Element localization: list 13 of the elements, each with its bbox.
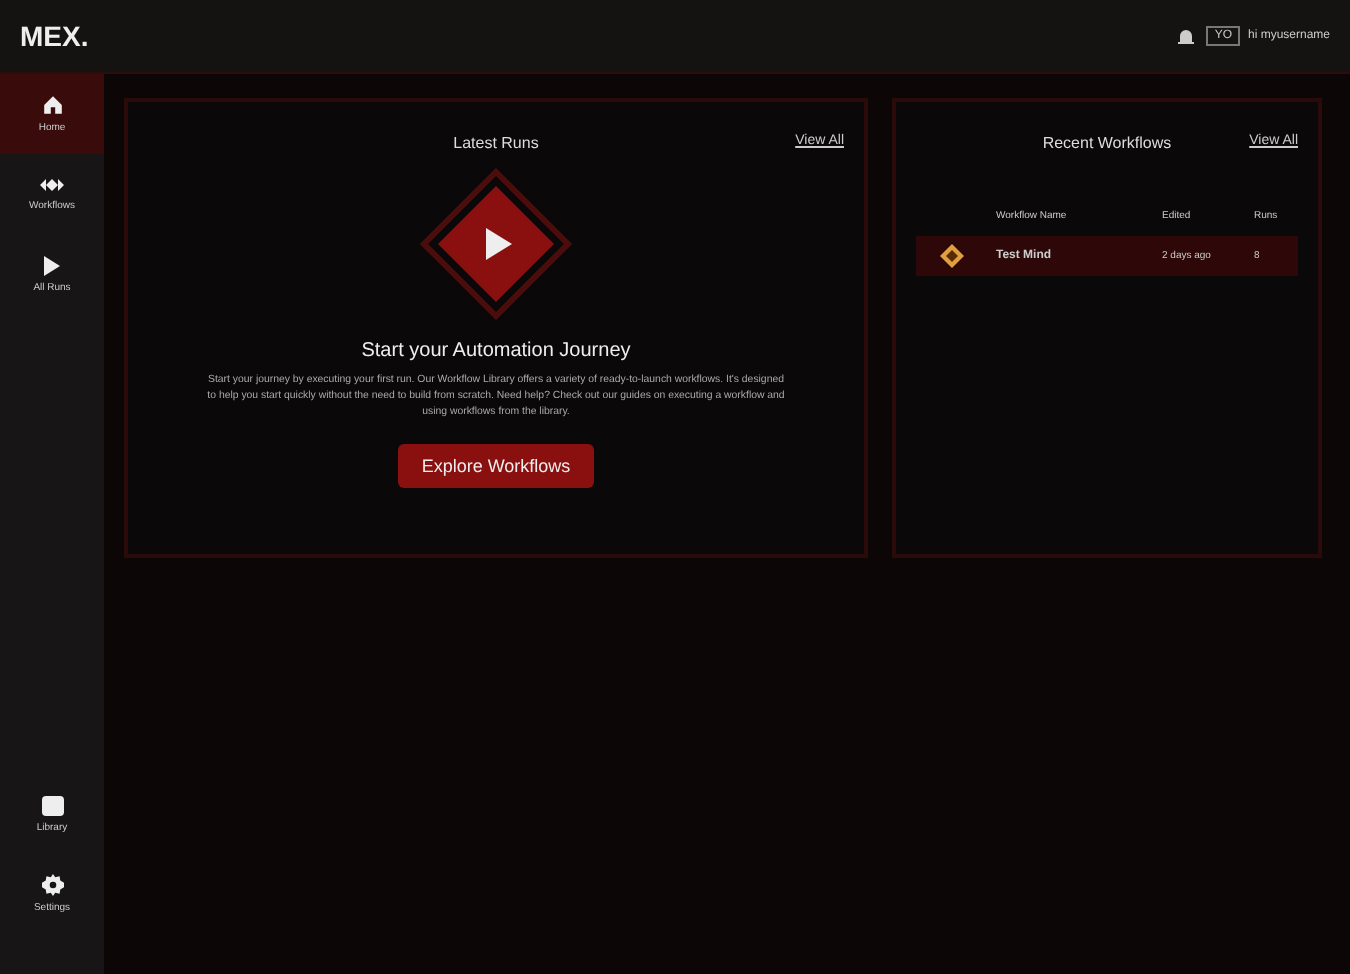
card-title: Recent Workflows [1042,134,1172,152]
bell-icon[interactable] [1178,27,1195,45]
card-title: Latest Runs [453,134,539,152]
library-icon [41,795,63,815]
home-icon [41,94,63,116]
play-icon [42,255,62,275]
empty-state-heading: Start your Automation Journey [361,340,631,362]
settings-icon [41,874,63,896]
diamond-arrows-icon [40,176,64,194]
logo: MEX. [20,20,91,52]
explore-workflows-button[interactable]: Explore Workflows [397,444,595,489]
play-diamond-icon [420,168,572,320]
diamond-icon [940,244,964,268]
